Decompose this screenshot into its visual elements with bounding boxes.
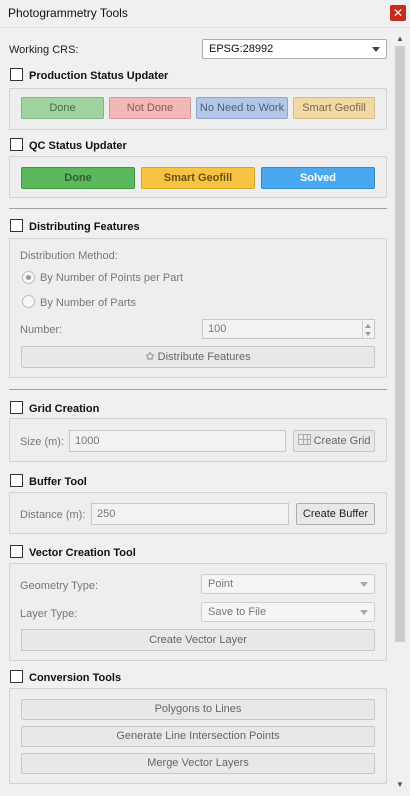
distribute-icon: ✿ — [145, 351, 155, 363]
number-label: Number: — [20, 324, 63, 336]
conversion-tools-checkbox[interactable] — [10, 670, 23, 683]
buffer-tool-checkbox[interactable] — [10, 474, 23, 487]
layer-type-select[interactable]: Save to File — [201, 602, 375, 622]
radio-number-of-parts-label: By Number of Parts — [40, 297, 136, 309]
buffer-distance-label: Distance (m): — [20, 509, 86, 521]
working-crs-value: EPSG:28992 — [209, 43, 274, 55]
production-status-checkbox[interactable] — [10, 68, 23, 81]
geometry-type-label: Geometry Type: — [20, 580, 99, 592]
radio-number-of-parts[interactable] — [22, 295, 35, 308]
working-crs-label: Working CRS: — [9, 44, 79, 56]
polygons-to-lines-button[interactable]: Polygons to Lines — [21, 699, 375, 720]
vector-creation-group: Geometry Type: Point Layer Type: Save to… — [9, 563, 387, 661]
layer-type-value: Save to File — [208, 606, 267, 618]
working-crs-select[interactable]: EPSG:28992 — [202, 39, 387, 59]
grid-size-label: Size (m): — [20, 436, 64, 448]
merge-vector-layers-button[interactable]: Merge Vector Layers — [21, 753, 375, 774]
distribute-group: Distribution Method: By Number of Points… — [9, 238, 387, 378]
number-spinbox[interactable]: 100 — [202, 319, 375, 339]
conversion-tools-title: Conversion Tools — [29, 672, 122, 684]
geometry-type-select[interactable]: Point — [201, 574, 375, 594]
spin-arrows-icon[interactable] — [362, 321, 373, 339]
grid-creation-group: Size (m): 1000 Create Grid — [9, 418, 387, 462]
dock-content: Working CRS: EPSG:28992 Production Statu… — [0, 28, 393, 796]
grid-creation-checkbox[interactable] — [10, 401, 23, 414]
qc-done-button[interactable]: Done — [21, 167, 135, 189]
radio-points-per-part[interactable] — [22, 271, 35, 284]
grid-size-input[interactable]: 1000 — [69, 430, 286, 452]
grid-icon — [297, 434, 311, 445]
production-done-button[interactable]: Done — [21, 97, 104, 119]
qc-status-checkbox[interactable] — [10, 138, 23, 151]
vector-creation-title: Vector Creation Tool — [29, 547, 136, 559]
grid-creation-title: Grid Creation — [29, 403, 100, 415]
chevron-down-icon — [372, 47, 380, 52]
qc-status-title: QC Status Updater — [29, 140, 127, 152]
conversion-tools-group: Polygons to Lines Generate Line Intersec… — [9, 688, 387, 784]
section-divider — [9, 208, 387, 209]
buffer-distance-input[interactable]: 250 — [91, 503, 289, 525]
create-vector-layer-button[interactable]: Create Vector Layer — [21, 629, 375, 651]
qc-smart-geofill-button[interactable]: Smart Geofill — [141, 167, 255, 189]
number-value: 100 — [208, 323, 227, 335]
qc-solved-button[interactable]: Solved — [261, 167, 375, 189]
radio-points-per-part-label: By Number of Points per Part — [40, 272, 184, 284]
buffer-tool-title: Buffer Tool — [29, 476, 87, 488]
layer-type-label: Layer Type: — [20, 608, 78, 620]
distribute-checkbox[interactable] — [10, 219, 23, 232]
scroll-thumb[interactable] — [395, 46, 405, 642]
chevron-down-icon — [360, 610, 368, 615]
scroll-down-arrow-icon[interactable]: ▼ — [393, 778, 407, 792]
production-not-done-button[interactable]: Not Done — [109, 97, 191, 119]
production-status-title: Production Status Updater — [29, 70, 169, 82]
production-smart-geofill-button[interactable]: Smart Geofill — [293, 97, 375, 119]
distribute-features-label: Distribute Features — [157, 351, 251, 363]
title-bar: Photogrammetry Tools ✕ — [0, 0, 410, 28]
vector-creation-checkbox[interactable] — [10, 545, 23, 558]
buffer-tool-group: Distance (m): 250 Create Buffer — [9, 492, 387, 534]
create-grid-label: Create Grid — [313, 435, 371, 447]
qc-status-group: Done Smart Geofill Solved — [9, 156, 387, 198]
distribute-title: Distributing Features — [29, 221, 140, 233]
distribution-method-label: Distribution Method: — [20, 250, 118, 262]
scroll-up-arrow-icon[interactable]: ▲ — [393, 32, 407, 46]
close-icon[interactable]: ✕ — [390, 5, 406, 21]
vertical-scrollbar[interactable]: ▲ ▼ — [393, 28, 407, 796]
create-buffer-button[interactable]: Create Buffer — [296, 503, 375, 525]
line-intersection-points-button[interactable]: Generate Line Intersection Points — [21, 726, 375, 747]
section-divider — [9, 389, 387, 390]
chevron-down-icon — [360, 582, 368, 587]
create-grid-button[interactable]: Create Grid — [293, 430, 375, 452]
window-title: Photogrammetry Tools — [8, 6, 128, 20]
distribute-features-button[interactable]: ✿ Distribute Features — [21, 346, 375, 368]
production-status-group: Done Not Done No Need to Work Smart Geof… — [9, 88, 387, 130]
geometry-type-value: Point — [208, 578, 234, 590]
production-no-need-button[interactable]: No Need to Work — [196, 97, 288, 119]
